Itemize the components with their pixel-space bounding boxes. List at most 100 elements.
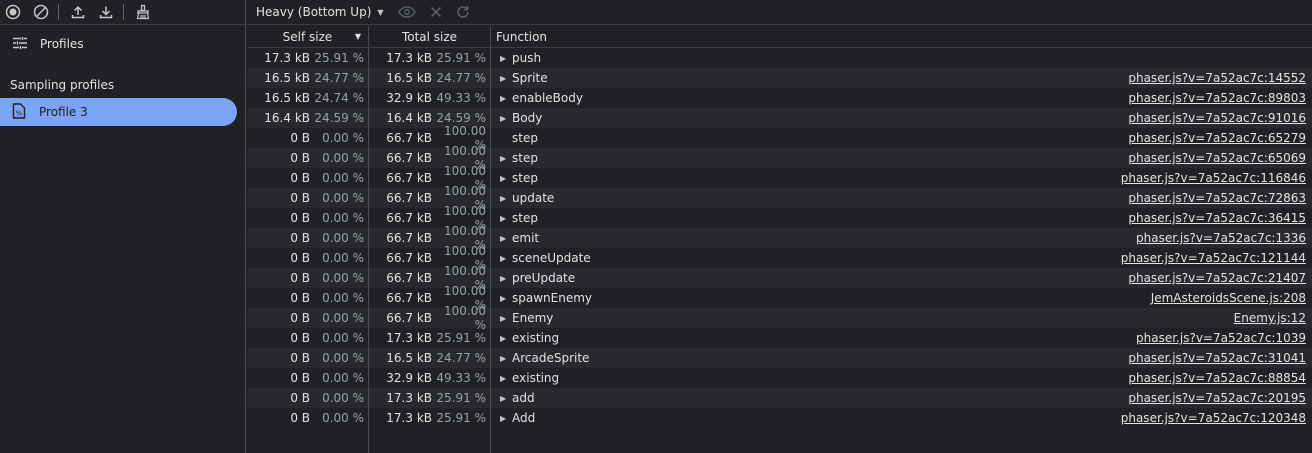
- expand-triangle-icon[interactable]: ▶: [500, 254, 512, 263]
- function-header[interactable]: Function: [491, 26, 1312, 47]
- expand-triangle-icon[interactable]: ▶: [500, 94, 512, 103]
- profiles-header[interactable]: Profiles: [0, 25, 245, 63]
- table-row[interactable]: 0 B 0.00 % 32.9 kB 49.33 % ▶ existing phaser.j…: [247, 368, 1312, 388]
- function-header-label: Function: [496, 29, 548, 44]
- expand-triangle-icon[interactable]: ▶: [500, 114, 512, 123]
- total-size-value: 66.7 kB: [386, 291, 432, 305]
- expand-triangle-icon[interactable]: ▶: [500, 294, 512, 303]
- table-row[interactable]: 0 B 0.00 % 66.7 kB 100.00 % ▶ preUpdate phaser…: [247, 264, 1312, 292]
- self-size-percent: 0.00 %: [322, 391, 364, 405]
- source-link[interactable]: phaser.js?v=7a52ac7c:72863: [1128, 191, 1306, 205]
- source-link[interactable]: phaser.js?v=7a52ac7c:89803: [1128, 91, 1306, 105]
- table-row[interactable]: 0 B 0.00 % 17.3 kB 25.91 % ▶ add phaser.js?v=7…: [247, 388, 1312, 408]
- self-size-cell: 16.5 kB 24.77 %: [247, 68, 369, 88]
- table-row[interactable]: 17.3 kB 25.91 % 17.3 kB 25.91 % ▶ push: [247, 48, 1312, 68]
- function-cell: ▶ step phaser.js?v=7a52ac7c:116846: [491, 168, 1312, 188]
- self-size-value: 0 B: [290, 251, 310, 265]
- self-size-value: 16.5 kB: [264, 71, 310, 85]
- table-row[interactable]: 0 B 0.00 % 66.7 kB 100.00 % ▶ step phaser.js?v…: [247, 164, 1312, 192]
- source-link[interactable]: phaser.js?v=7a52ac7c:21407: [1128, 271, 1306, 285]
- upload-icon[interactable]: [69, 3, 87, 21]
- table-row[interactable]: 0 B 0.00 % 66.7 kB 100.00 % ▶ step phaser.js?v…: [247, 204, 1312, 232]
- table-row[interactable]: 16.5 kB 24.77 % 16.5 kB 24.77 % ▶ Sprite phase…: [247, 68, 1312, 88]
- source-link[interactable]: phaser.js?v=7a52ac7c:36415: [1128, 211, 1306, 225]
- self-size-percent: 24.74 %: [314, 91, 364, 105]
- source-link[interactable]: phaser.js?v=7a52ac7c:14552: [1128, 71, 1306, 85]
- expand-triangle-icon[interactable]: ▶: [500, 54, 512, 63]
- table-row[interactable]: 0 B 0.00 % 66.7 kB 100.00 % ▶ sceneUpdate phas…: [247, 244, 1312, 272]
- source-link[interactable]: phaser.js?v=7a52ac7c:20195: [1128, 391, 1306, 405]
- table-row[interactable]: 0 B 0.00 % 66.7 kB 100.00 % step phaser.js?v=…: [247, 124, 1312, 152]
- expand-triangle-icon[interactable]: ▶: [500, 374, 512, 383]
- self-size-percent: 24.59 %: [314, 111, 364, 125]
- table-row[interactable]: 0 B 0.00 % 66.7 kB 100.00 % ▶ step phaser.js?v…: [247, 144, 1312, 172]
- table-row[interactable]: 16.4 kB 24.59 % 16.4 kB 24.59 % ▶ Body phaser.…: [247, 108, 1312, 128]
- expand-triangle-icon[interactable]: ▶: [500, 174, 512, 183]
- source-link[interactable]: phaser.js?v=7a52ac7c:88854: [1128, 371, 1306, 385]
- source-link[interactable]: phaser.js?v=7a52ac7c:116846: [1121, 171, 1306, 185]
- function-name: existing: [512, 331, 560, 345]
- total-size-percent: 49.33 %: [436, 91, 486, 105]
- expand-triangle-icon[interactable]: ▶: [500, 234, 512, 243]
- close-icon[interactable]: [430, 6, 442, 18]
- sort-descending-icon: ▼: [354, 32, 361, 41]
- expand-triangle-icon[interactable]: ▶: [500, 354, 512, 363]
- table-row[interactable]: 0 B 0.00 % 17.3 kB 25.91 % ▶ Add phaser.js?v=7…: [247, 408, 1312, 428]
- garbage-collect-icon[interactable]: [134, 3, 152, 21]
- toolbar-divider: [58, 4, 59, 20]
- profiles-label: Profiles: [40, 37, 84, 51]
- source-link[interactable]: JemAsteroidsScene.js:208: [1151, 291, 1306, 305]
- clear-icon[interactable]: [32, 3, 50, 21]
- source-link[interactable]: phaser.js?v=7a52ac7c:91016: [1128, 111, 1306, 125]
- table-row[interactable]: 16.5 kB 24.74 % 32.9 kB 49.33 % ▶ enableBody p…: [247, 88, 1312, 108]
- total-size-value: 66.7 kB: [386, 151, 432, 165]
- expand-triangle-icon[interactable]: ▶: [500, 274, 512, 283]
- function-name: enableBody: [512, 91, 583, 105]
- download-icon[interactable]: [97, 3, 115, 21]
- self-size-percent: 25.91 %: [314, 51, 364, 65]
- self-size-value: 0 B: [290, 291, 310, 305]
- self-size-value: 16.4 kB: [264, 111, 310, 125]
- expand-triangle-icon[interactable]: ▶: [500, 394, 512, 403]
- source-link[interactable]: phaser.js?v=7a52ac7c:1039: [1136, 331, 1306, 345]
- self-size-value: 0 B: [290, 131, 310, 145]
- expand-triangle-icon[interactable]: ▶: [500, 214, 512, 223]
- source-link[interactable]: phaser.js?v=7a52ac7c:121144: [1121, 251, 1306, 265]
- expand-triangle-icon[interactable]: ▶: [500, 194, 512, 203]
- grid-header: Self size ▼ Total size Function: [247, 26, 1312, 48]
- eye-icon[interactable]: [397, 6, 416, 18]
- sidebar-item-profile-3[interactable]: % Profile 3: [0, 98, 237, 126]
- table-row[interactable]: 0 B 0.00 % 66.7 kB 100.00 % ▶ spawnEnemy JemAs…: [247, 284, 1312, 312]
- self-size-cell: 0 B 0.00 %: [247, 208, 369, 228]
- self-size-cell: 0 B 0.00 %: [247, 348, 369, 368]
- source-link[interactable]: phaser.js?v=7a52ac7c:31041: [1128, 351, 1306, 365]
- total-size-value: 16.4 kB: [386, 111, 432, 125]
- total-size-cell: 16.5 kB 24.77 %: [369, 348, 491, 368]
- table-row[interactable]: 0 B 0.00 % 66.7 kB 100.00 % ▶ Enemy Enemy.js:1…: [247, 304, 1312, 332]
- table-row[interactable]: 0 B 0.00 % 66.7 kB 100.00 % ▶ emit phaser.js?v…: [247, 224, 1312, 252]
- function-name: sceneUpdate: [512, 251, 591, 265]
- grid-body: 17.3 kB 25.91 % 17.3 kB 25.91 % ▶ push 16.5 kB…: [247, 48, 1312, 428]
- source-link[interactable]: Enemy.js:12: [1234, 311, 1306, 325]
- source-link[interactable]: phaser.js?v=7a52ac7c:65279: [1128, 131, 1306, 145]
- self-size-cell: 16.5 kB 24.74 %: [247, 88, 369, 108]
- total-size-header[interactable]: Total size: [369, 26, 491, 47]
- refresh-icon[interactable]: [456, 5, 470, 19]
- expand-triangle-icon[interactable]: ▶: [500, 154, 512, 163]
- total-size-percent: 25.91 %: [436, 51, 486, 65]
- table-row[interactable]: 0 B 0.00 % 17.3 kB 25.91 % ▶ existing phaser.j…: [247, 328, 1312, 348]
- source-link[interactable]: phaser.js?v=7a52ac7c:120348: [1121, 411, 1306, 425]
- table-row[interactable]: 0 B 0.00 % 16.5 kB 24.77 % ▶ ArcadeSprite phas…: [247, 348, 1312, 368]
- self-size-header[interactable]: Self size ▼: [247, 26, 369, 47]
- source-link[interactable]: phaser.js?v=7a52ac7c:65069: [1128, 151, 1306, 165]
- expand-triangle-icon[interactable]: ▶: [500, 314, 512, 323]
- expand-triangle-icon[interactable]: ▶: [500, 74, 512, 83]
- view-mode-select[interactable]: Heavy (Bottom Up) ▼: [256, 5, 384, 19]
- table-row[interactable]: 0 B 0.00 % 66.7 kB 100.00 % ▶ update phaser.js…: [247, 184, 1312, 212]
- source-link[interactable]: phaser.js?v=7a52ac7c:1336: [1136, 231, 1306, 245]
- expand-triangle-icon[interactable]: ▶: [500, 334, 512, 343]
- expand-triangle-icon[interactable]: ▶: [500, 414, 512, 423]
- filler-cell: [491, 428, 1312, 453]
- function-name: emit: [512, 231, 540, 245]
- record-icon[interactable]: [4, 3, 22, 21]
